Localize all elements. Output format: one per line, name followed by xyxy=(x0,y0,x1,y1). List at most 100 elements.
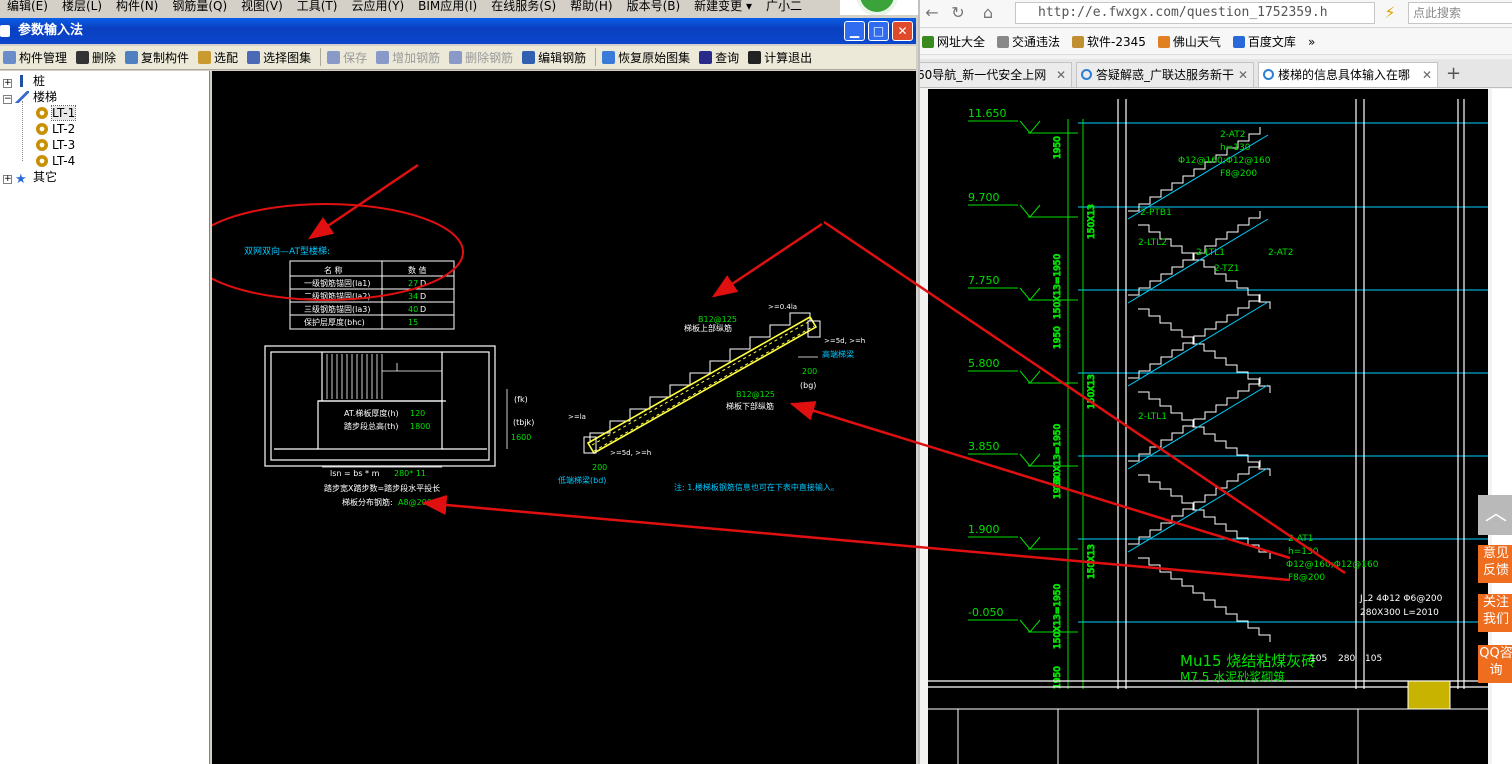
browser-tab[interactable]: 楼梯的信息具体输入在哪 ✕ xyxy=(1258,62,1438,87)
tree-node-other[interactable]: + ★ 其它 xyxy=(3,169,57,186)
back-button[interactable]: ← xyxy=(920,2,944,24)
table-header-name: 名 称 xyxy=(324,265,343,275)
minimize-button[interactable]: ▁ xyxy=(844,21,865,41)
at1-label: F8@200 xyxy=(1288,573,1325,583)
bookmark-item[interactable]: 软件-2345 xyxy=(1070,29,1150,54)
level-marker xyxy=(1019,536,1041,550)
menu-item[interactable]: 云应用(Y) xyxy=(344,0,411,12)
expand-icon[interactable]: + xyxy=(3,175,12,184)
toolbar-button-11[interactable]: 计算退出 xyxy=(745,47,818,69)
feedback-button[interactable]: 意见反馈 xyxy=(1478,545,1512,583)
tree-node-stair-item[interactable]: LT-2 xyxy=(36,121,75,137)
toolbar-button-6[interactable]: 增加钢筋 xyxy=(373,47,446,69)
delete-rebar-icon xyxy=(449,51,463,64)
menu-item[interactable]: 工具(T) xyxy=(290,0,345,12)
dim-200-low[interactable]: 200 xyxy=(592,463,607,472)
level-label: 3.850 xyxy=(968,440,1000,453)
toolbar-button-1[interactable]: 删除 xyxy=(73,47,122,69)
toolbar-button-0[interactable]: 构件管理 xyxy=(0,47,73,69)
bookmark-item[interactable]: 交通违法 xyxy=(995,29,1064,54)
plan-height-value[interactable]: 1800 xyxy=(410,422,430,431)
table-row-value[interactable]: 40 xyxy=(408,305,418,314)
menu-item[interactable]: BIM应用(I) xyxy=(411,0,484,12)
home-button[interactable]: ⌂ xyxy=(976,2,1000,24)
menu-item[interactable]: 版本号(B) xyxy=(620,0,688,12)
back-to-top-button[interactable]: ︿ xyxy=(1478,495,1512,535)
toolbar-button-5[interactable]: 保存 xyxy=(324,47,373,69)
bookmarks-more-icon[interactable]: » xyxy=(1306,29,1319,54)
web-page-drawing[interactable]: 11.650 9.700 7.750 5.800 3.850 1.900 -0.050 19… xyxy=(928,89,1488,764)
tree-node-stair-item[interactable]: LT-4 xyxy=(36,153,75,169)
menu-item[interactable]: 编辑(E) xyxy=(0,0,55,12)
plan-thickness-value[interactable]: 120 xyxy=(410,409,425,418)
collapse-icon[interactable]: − xyxy=(3,95,12,104)
vertical-dim: 150X13=1950 xyxy=(1053,253,1063,319)
menu-item[interactable]: 楼层(L) xyxy=(55,0,109,12)
close-button[interactable]: ✕ xyxy=(892,21,913,41)
menu-item[interactable]: 新建变更 ▾ xyxy=(687,0,759,12)
bookmark-item[interactable]: 网址大全 xyxy=(920,29,989,54)
follow-us-button[interactable]: 关注我们 xyxy=(1478,594,1512,632)
delete-x-icon xyxy=(76,51,90,64)
dialog-titlebar[interactable]: 参数输入法 ▁ □ ✕ xyxy=(0,18,916,44)
dist-rebar-value[interactable]: A8@200 xyxy=(398,498,432,507)
toolbar-button-9[interactable]: 恢复原始图集 xyxy=(599,47,696,69)
tree-node-stairs[interactable]: − 楼梯 xyxy=(3,89,57,105)
tree-node-pile[interactable]: + 桩 xyxy=(3,73,45,89)
cad-drawing-canvas[interactable]: 双网双向—AT型楼梯: 名 称 数 值 一级钢筋锚固(la1) 27 D 二级钢筋锚固… xyxy=(212,71,916,764)
browser-tabs: 60导航_新一代安全上网 ✕ 答疑解惑_广联达服务新干 ✕ 楼梯的信息具体输入在哪 ✕ + xyxy=(920,59,1512,88)
tree-node-stair-item[interactable]: LT-3 xyxy=(36,137,75,153)
toolbar-button-7[interactable]: 删除钢筋 xyxy=(446,47,519,69)
url-input[interactable]: http://e.fwxgx.com/question_1752359.h xyxy=(1015,2,1375,24)
toolbar-button-10[interactable]: 查询 xyxy=(696,47,745,69)
refresh-icon: ↻ xyxy=(951,3,965,22)
level-label: 9.700 xyxy=(968,191,1000,204)
menu-item[interactable]: 广小二 xyxy=(759,0,809,12)
bookmark-icon xyxy=(1072,36,1085,48)
bookmark-item[interactable]: 佛山天气 xyxy=(1156,29,1225,54)
fx-icon xyxy=(748,51,762,64)
at1-label: 2-AT1 xyxy=(1288,534,1313,544)
bookmark-icon xyxy=(1232,36,1245,48)
tree-node-stair-item[interactable]: LT-1 xyxy=(36,105,77,121)
tab-close-icon[interactable]: ✕ xyxy=(1056,63,1066,87)
formula-values[interactable]: 280* 11 xyxy=(394,469,426,478)
dim-bg: (bg) xyxy=(800,381,816,390)
menu-item[interactable]: 帮助(H) xyxy=(563,0,619,12)
bottom-rebar-value[interactable]: B12@125 xyxy=(736,390,775,399)
building-section-drawing: 11.650 9.700 7.750 5.800 3.850 1.900 -0.050 19… xyxy=(928,99,1488,764)
top-rebar-value[interactable]: B12@125 xyxy=(698,315,737,324)
table-row-value[interactable]: 27 xyxy=(408,279,418,288)
maximize-button[interactable]: □ xyxy=(868,21,889,41)
table-row-value[interactable]: 34 xyxy=(408,292,418,301)
at2-top-label: F8@200 xyxy=(1220,169,1257,179)
bookmark-item[interactable]: 百度文库 xyxy=(1231,29,1300,54)
menu-item[interactable]: 构件(N) xyxy=(109,0,165,12)
table-row-value[interactable]: 15 xyxy=(408,318,418,327)
menu-item[interactable]: 钢筋量(Q) xyxy=(165,0,234,12)
browser-tab[interactable]: 答疑解惑_广联达服务新干 ✕ xyxy=(1076,62,1254,87)
menu-item[interactable]: 视图(V) xyxy=(234,0,290,12)
qq-consult-button[interactable]: QQ咨询 xyxy=(1478,645,1512,683)
query-icon xyxy=(699,51,713,64)
dim-1600[interactable]: 1600 xyxy=(511,433,531,442)
refresh-button[interactable]: ↻ xyxy=(946,2,970,24)
expand-icon[interactable]: + xyxy=(3,79,12,88)
dim-200-high[interactable]: 200 xyxy=(802,367,817,376)
search-input[interactable]: 点此搜索 xyxy=(1408,2,1512,24)
toolbar-button-3[interactable]: 选配 xyxy=(195,47,244,69)
at2-top-label: 2-AT2 xyxy=(1220,130,1245,140)
section-label: 2-PTB1 xyxy=(1140,208,1172,218)
tab-close-icon[interactable]: ✕ xyxy=(1238,63,1248,87)
new-tab-icon[interactable]: + xyxy=(1446,63,1461,84)
tab-close-icon[interactable]: ✕ xyxy=(1422,63,1432,87)
toolbar-button-2[interactable]: 复制构件 xyxy=(122,47,195,69)
stair-flight-down xyxy=(1138,474,1271,559)
browser-tab[interactable]: 60导航_新一代安全上网 ✕ xyxy=(920,62,1072,87)
lightning-button[interactable]: ⚡ xyxy=(1378,2,1402,24)
plan-thickness-label: AT.梯板厚度(h) xyxy=(344,408,399,418)
stair-flight-up xyxy=(1128,294,1261,379)
menu-item[interactable]: 在线服务(S) xyxy=(484,0,563,12)
toolbar-button-4[interactable]: 选择图集 xyxy=(244,47,317,69)
toolbar-button-8[interactable]: 编辑钢筋 xyxy=(519,47,592,69)
